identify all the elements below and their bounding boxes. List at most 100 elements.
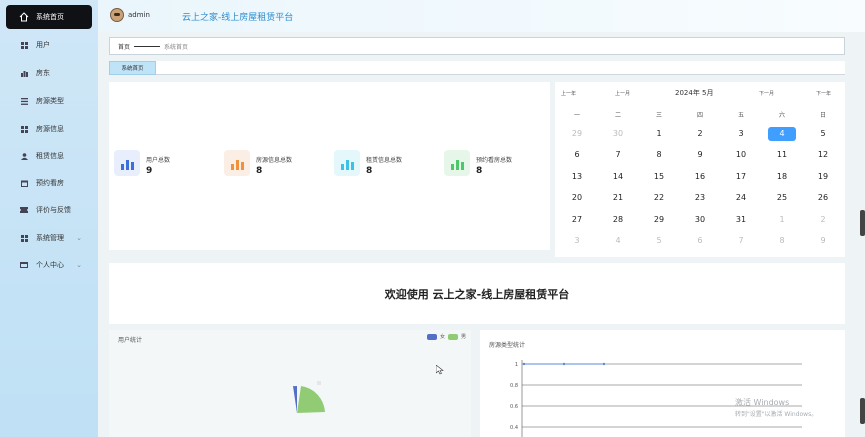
calendar-day[interactable]: 9 [686,148,714,162]
breadcrumb-home[interactable]: 首页 [118,42,130,51]
pie-slice-male[interactable] [297,386,325,413]
sidebar-item-rental[interactable]: 租赁信息 [6,145,92,167]
bar-chart-icon [334,150,360,176]
house-type-chart: 房源类型统计 1 0.8 0.6 0.4 [480,330,845,437]
calendar-day[interactable]: 7 [727,234,755,248]
sidebar-item-label: 系统管理 [36,234,64,242]
calendar-day[interactable]: 21 [604,191,632,205]
calendar-day[interactable]: 17 [727,170,755,184]
calendar-day[interactable]: 28 [604,213,632,227]
scrollbar-handle[interactable] [860,210,865,236]
home-icon [18,11,30,23]
calendar-weekday: 六 [778,112,785,119]
breadcrumb-current: 系统首页 [164,43,189,51]
calendar-day[interactable]: 3 [563,234,591,248]
grid-icon [18,123,30,135]
calendar-day[interactable]: 10 [727,148,755,162]
calendar-day[interactable]: 12 [809,148,837,162]
calendar-day[interactable]: 8 [768,234,796,248]
username[interactable]: admin [128,11,150,19]
calendar-month-label: 2024年 5月 [675,89,714,97]
calendar-prev-year[interactable]: 上一年 [561,90,576,97]
pie-chart [293,381,325,413]
sidebar-item-label: 个人中心 [36,261,64,269]
calendar-day[interactable]: 23 [686,191,714,205]
calendar-day[interactable]: 25 [768,191,796,205]
calendar-day[interactable]: 22 [645,191,673,205]
calendar-day[interactable]: 2 [686,127,714,141]
calendar-day[interactable]: 29 [563,127,591,141]
calendar-day[interactable]: 29 [645,213,673,227]
calendar-day[interactable]: 8 [645,148,673,162]
avatar[interactable] [110,8,124,22]
calendar-day[interactable]: 4 [768,127,796,141]
stat-label: 房源信息总数 [256,157,293,164]
windows-watermark-hint: 转到"设置"以激活 Windows。 [735,411,818,418]
sidebar-item-label: 用户 [36,41,50,49]
calendar-day[interactable]: 1 [768,213,796,227]
calendar-day[interactable]: 6 [563,148,591,162]
chevron-down-icon: ⌄ [76,261,82,269]
calendar-next-month[interactable]: 下一月 [759,90,774,97]
calendar-day[interactable]: 15 [645,170,673,184]
calendar-day[interactable]: 11 [768,148,796,162]
stat-users: 用户总数 9 [114,150,214,180]
sidebar-item-viewing[interactable]: 预约看房 [6,172,92,194]
sidebar-item-house-type[interactable]: 房源类型 [6,90,92,112]
calendar-day[interactable]: 20 [563,191,591,205]
calendar-day[interactable]: 2 [809,213,837,227]
calendar-day[interactable]: 4 [604,234,632,248]
calendar-day[interactable]: 5 [809,127,837,141]
sidebar-item-label: 房源信息 [36,125,64,133]
calendar-day[interactable]: 19 [809,170,837,184]
sidebar: 系统首页 用户 房东 房源类型 房源信息 租赁信息 预约看房 评价与反馈 系统管… [0,0,98,437]
data-point[interactable] [602,362,606,366]
calendar-day[interactable]: 3 [727,127,755,141]
bar-chart-icon [444,150,470,176]
sidebar-item-landlord[interactable]: 房东 [6,62,92,84]
scrollbar-handle[interactable] [860,398,865,424]
calendar-day[interactable]: 26 [809,191,837,205]
calendar-day[interactable]: 16 [686,170,714,184]
welcome-text: 欢迎使用 云上之家-线上房屋租赁平台 [384,287,570,301]
calendar-day[interactable]: 31 [727,213,755,227]
chart-marker [317,381,321,385]
sidebar-item-house-info[interactable]: 房源信息 [6,118,92,140]
calendar-day[interactable]: 6 [686,234,714,248]
sidebar-item-system[interactable]: 系统管理 ⌄ [6,227,92,249]
y-tick-label: 0.8 [510,383,518,389]
header: admin 云上之家-线上房屋租赁平台 [98,0,865,32]
calendar-prev-month[interactable]: 上一月 [615,90,630,97]
calendar-weekday: 三 [655,112,662,119]
calendar-weekday: 五 [737,112,744,119]
tab-bar: 系统首页 [109,61,845,75]
person-icon [18,150,30,162]
calendar-day[interactable]: 5 [645,234,673,248]
stat-rental: 租赁信息总数 8 [334,150,434,180]
calendar-day[interactable]: 14 [604,170,632,184]
calendar-day[interactable]: 27 [563,213,591,227]
calendar-day[interactable]: 1 [645,127,673,141]
mouse-cursor-icon [436,365,444,375]
data-point[interactable] [562,362,566,366]
calendar-day[interactable]: 13 [563,170,591,184]
tab-home[interactable]: 系统首页 [109,61,156,75]
stat-house-info: 房源信息总数 8 [224,150,324,180]
sidebar-item-users[interactable]: 用户 [6,34,92,56]
bar-chart-icon [114,150,140,176]
sidebar-item-personal[interactable]: 个人中心 ⌄ [6,254,92,276]
calendar-weekday: 日 [819,112,826,119]
calendar-day[interactable]: 7 [604,148,632,162]
calendar-day[interactable]: 24 [727,191,755,205]
calendar-day[interactable]: 9 [809,234,837,248]
calendar-day[interactable]: 18 [768,170,796,184]
calendar-day[interactable]: 30 [686,213,714,227]
calendar-day[interactable]: 30 [604,127,632,141]
pie-slice-female[interactable] [293,386,297,413]
data-point[interactable] [522,362,526,366]
breadcrumb-separator [134,45,161,47]
calendar-next-year[interactable]: 下一年 [816,90,831,97]
windows-watermark: 激活 Windows [735,398,790,407]
sidebar-item-feedback[interactable]: 评价与反馈 [6,199,92,221]
sidebar-item-home[interactable]: 系统首页 [6,5,92,29]
